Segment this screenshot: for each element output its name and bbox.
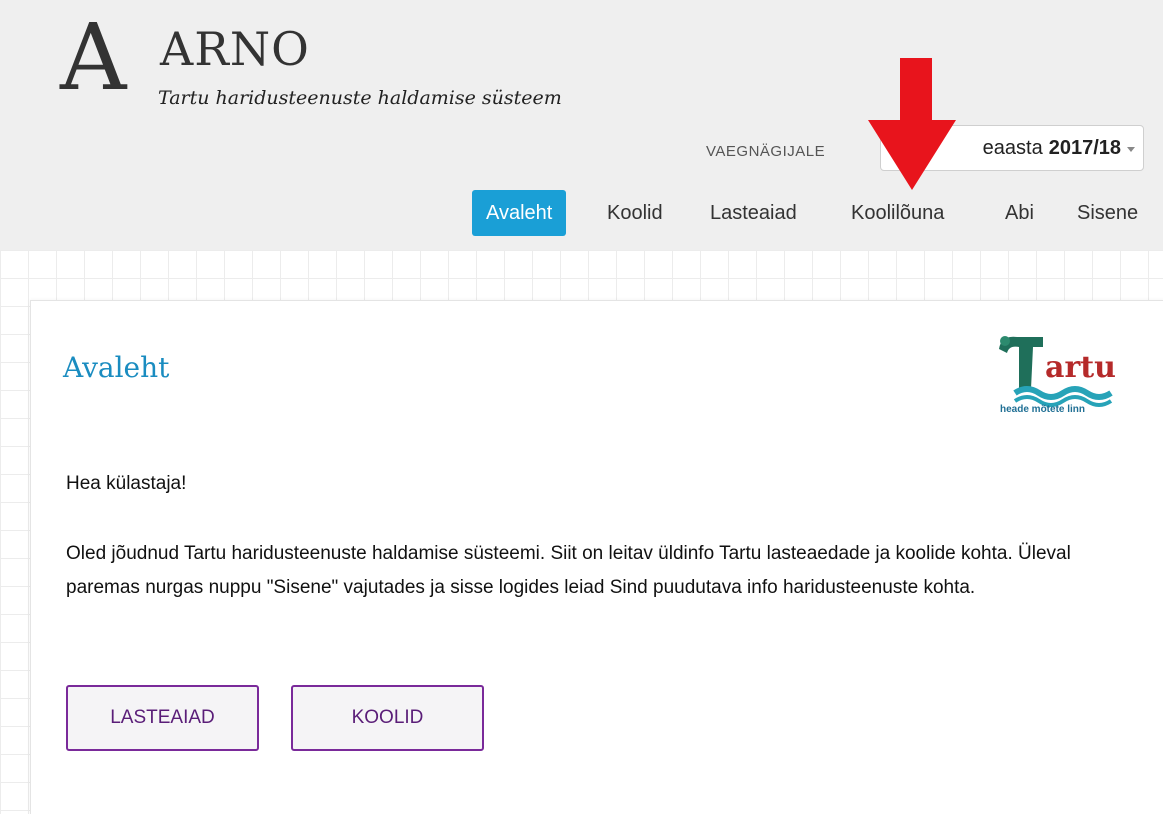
lasteaiad-button[interactable]: LASTEAIAD	[66, 685, 259, 751]
school-year-prefix: eaasta	[982, 136, 1043, 159]
school-year-value: 2017/18	[1048, 136, 1121, 159]
nav-abi[interactable]: Abi	[1005, 190, 1034, 236]
main-nav: Avaleht Koolid Lasteaiad Koolilõuna Abi …	[0, 190, 1163, 236]
koolid-button[interactable]: KOOLID	[291, 685, 484, 751]
greeting-text: Hea külastaja!	[66, 473, 187, 494]
page-title: Avaleht	[63, 351, 170, 384]
nav-avaleht[interactable]: Avaleht	[472, 190, 567, 236]
logo-subtitle: Tartu haridusteenuste haldamise süsteem	[158, 87, 562, 109]
nav-lasteaiad[interactable]: Lasteaiad	[710, 190, 797, 236]
nav-koolilouna[interactable]: Koolilõuna	[851, 190, 944, 236]
tartu-logo-tagline: heade mõtete linn	[1000, 404, 1086, 415]
svg-text:artu: artu	[1045, 350, 1116, 385]
logo-letter[interactable]: A	[60, 12, 126, 104]
chevron-down-icon	[1127, 147, 1135, 152]
header: A ARNO Tartu haridusteenuste haldamise s…	[0, 0, 1163, 250]
nav-koolid[interactable]: Koolid	[607, 190, 663, 236]
red-arrow-annotation	[868, 58, 956, 190]
content-card: Avaleht artu heade mõtete linn Hea külas…	[30, 300, 1163, 814]
intro-text: Oled jõudnud Tartu haridusteenuste halda…	[66, 543, 1071, 598]
nav-sisene[interactable]: Sisene	[1077, 190, 1138, 236]
low-vision-link[interactable]: VAEGNÄGIJALE	[706, 143, 825, 160]
logo-name[interactable]: ARNO	[160, 24, 310, 74]
